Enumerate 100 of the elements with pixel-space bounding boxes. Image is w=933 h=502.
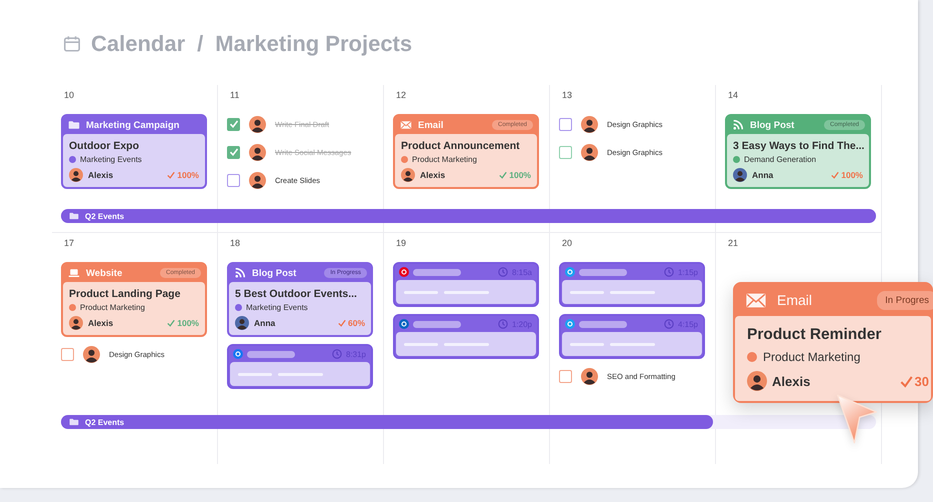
avatar-icon: [401, 168, 415, 182]
category-label: Demand Generation: [744, 155, 816, 164]
skeleton-line: [413, 320, 461, 328]
card-type-label: Website: [86, 268, 122, 278]
skeleton-line: [444, 290, 489, 294]
date-number: 18: [229, 238, 242, 249]
task-checkbox[interactable]: [61, 348, 74, 360]
clock-icon: [498, 319, 508, 329]
date-number: 19: [395, 238, 408, 249]
avatar-icon: [733, 168, 747, 182]
date-number: 21: [727, 238, 740, 249]
avatar-icon: [581, 116, 598, 132]
check-icon: [831, 171, 840, 179]
task-checkbox[interactable]: [559, 118, 572, 130]
card-title: 5 Best Outdoor Events...: [235, 288, 358, 300]
laptop-icon: [68, 268, 80, 278]
envelope-icon: [745, 292, 767, 308]
avatar-icon: [581, 368, 598, 384]
progress-percent: 30: [914, 374, 929, 388]
card-type-label: Blog Post: [750, 120, 794, 130]
check-icon: [167, 319, 176, 327]
skeleton-line: [238, 372, 272, 376]
avatar-icon: [249, 116, 266, 132]
rss-icon: [234, 268, 246, 278]
check-icon: [499, 171, 508, 179]
card-type-label: Marketing Campaign: [86, 120, 180, 130]
check-icon: [338, 319, 346, 327]
date-number: 11: [229, 90, 240, 101]
skeleton-line: [579, 268, 627, 276]
date-number: 20: [561, 238, 574, 249]
avatar-icon: [69, 316, 83, 330]
avatar-icon: [69, 168, 83, 182]
category-label: Product Marketing: [763, 350, 860, 364]
skeleton-line: [278, 372, 323, 376]
progress-percent: 100%: [841, 170, 863, 180]
skeleton-line: [404, 342, 438, 346]
category-label: Marketing Events: [246, 303, 308, 312]
card-type-label: Email: [418, 120, 444, 130]
folder-icon: [69, 212, 79, 220]
status-badge: In Progres: [877, 290, 933, 310]
event-span-bar[interactable]: Q2 Events: [61, 415, 713, 429]
progress-percent: 100%: [177, 318, 199, 328]
folder-icon: [69, 418, 79, 426]
task-checkbox[interactable]: [559, 146, 572, 158]
task-checkbox[interactable]: [227, 118, 240, 130]
envelope-icon: [400, 120, 412, 130]
rss-icon: [732, 120, 744, 130]
skeleton-line: [610, 342, 655, 346]
avatar-icon: [747, 371, 767, 391]
date-number: 14: [727, 90, 740, 101]
skeleton-line: [247, 350, 295, 358]
skeleton-line: [444, 342, 489, 346]
check-icon: [900, 374, 913, 388]
assignee-name: Anna: [254, 318, 276, 328]
avatar-icon: [581, 144, 598, 160]
assignee-name: Alexis: [420, 170, 446, 180]
clock-icon: [498, 267, 508, 277]
clock-icon: [664, 267, 674, 277]
clock-icon: [332, 349, 342, 359]
card-title: Product Reminder: [747, 326, 882, 344]
category-label: Product Marketing: [80, 303, 145, 312]
date-number: 10: [63, 90, 76, 101]
event-span-bar[interactable]: Q2 Events: [61, 209, 876, 223]
card-title: 3 Easy Ways to Find The...: [733, 140, 863, 152]
card-type-label: Blog Post: [252, 268, 296, 278]
assignee-name: Alexis: [772, 374, 810, 388]
clock-icon: [664, 319, 674, 329]
avatar-icon: [83, 346, 100, 362]
skeleton-line: [579, 320, 627, 328]
task-checkbox[interactable]: [559, 370, 572, 382]
avatar-icon: [249, 144, 266, 160]
cursor-icon: [835, 392, 879, 446]
date-number: 13: [561, 90, 574, 101]
task-checkbox[interactable]: [227, 146, 240, 158]
skeleton-line: [404, 290, 438, 294]
card-title: Outdoor Expo: [69, 140, 140, 152]
card-title: Product Landing Page: [69, 288, 182, 300]
event-card[interactable]: Marketing Campaign Outdoor Expo Marketing Events Alexis 100%: [61, 114, 207, 189]
check-icon: [167, 171, 176, 179]
date-number: 17: [63, 238, 76, 249]
card-title: Product Announcement: [401, 140, 521, 152]
breadcrumb-separator: /: [197, 31, 204, 57]
skeleton-line: [610, 290, 655, 294]
category-label: Product Marketing: [412, 155, 477, 164]
progress-percent: 60%: [348, 318, 365, 328]
date-number: 12: [395, 90, 408, 101]
assignee-name: Alexis: [88, 170, 114, 180]
calendar-icon: [63, 35, 81, 53]
category-label: Marketing Events: [80, 155, 142, 164]
skeleton-line: [413, 268, 461, 276]
folder-icon: [68, 120, 80, 130]
progress-percent: 100%: [509, 170, 531, 180]
assignee-name: Alexis: [88, 318, 114, 328]
assignee-name: Anna: [752, 170, 774, 180]
avatar-icon: [249, 172, 266, 188]
task-checkbox[interactable]: [227, 174, 240, 186]
avatar-icon: [235, 316, 249, 330]
progress-percent: 100%: [177, 170, 199, 180]
card-type-label: Email: [777, 292, 812, 308]
skeleton-line: [570, 342, 604, 346]
